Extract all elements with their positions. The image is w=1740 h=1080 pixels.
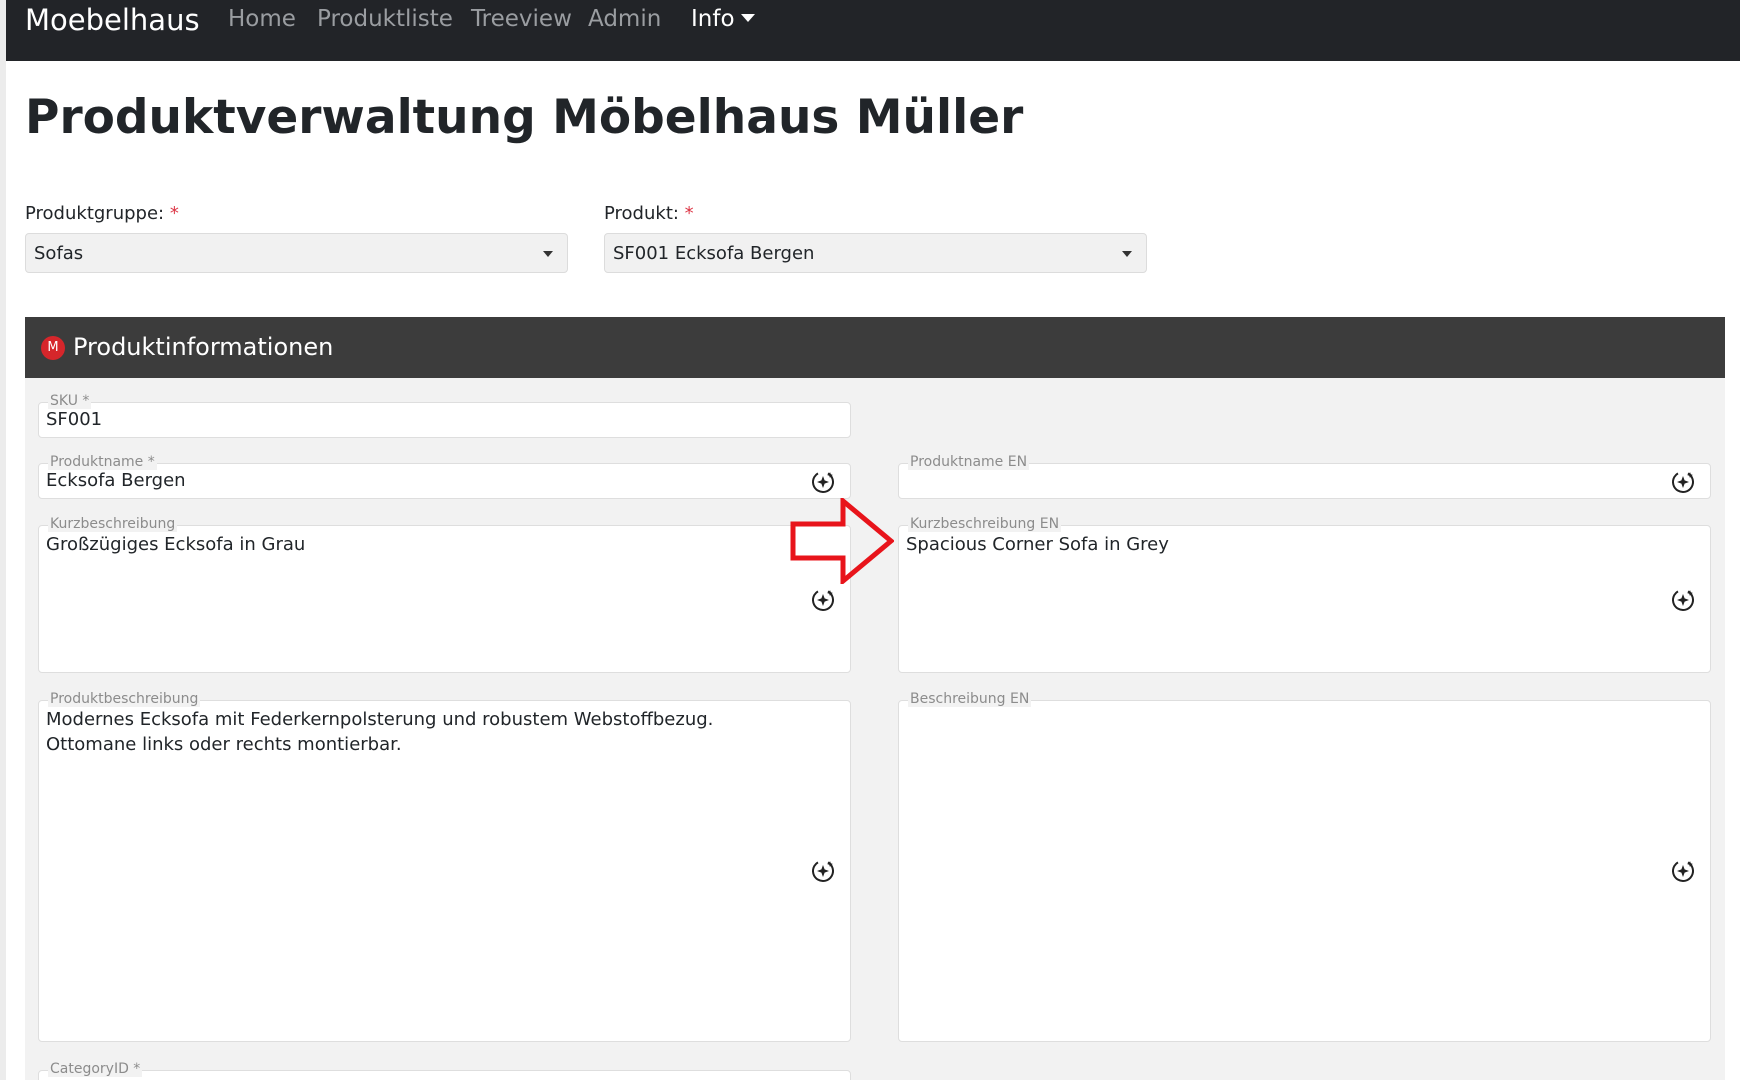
sku-field[interactable]: SKU * SF001 [38, 393, 851, 438]
produkt-label-text: Produkt: [604, 203, 679, 224]
categoryid-label: CategoryID * [48, 1061, 143, 1077]
produktbeschreibung-field[interactable]: Produktbeschreibung Modernes Ecksofa mit… [38, 691, 851, 1042]
produktname-en-field[interactable]: Produktname EN [898, 454, 1711, 499]
sparkle-plus-icon[interactable] [810, 587, 836, 613]
nav-info-dropdown[interactable]: Info [691, 4, 755, 34]
sparkle-plus-icon[interactable] [810, 858, 836, 884]
right-arrow-annotation-icon [790, 498, 894, 584]
sku-value: SF001 [46, 409, 103, 430]
sparkle-plus-icon[interactable] [1670, 858, 1696, 884]
produktgruppe-select[interactable]: Sofas [25, 233, 568, 273]
kurzbeschreibung-en-value: Spacious Corner Sofa in Grey [906, 534, 1169, 555]
produktname-value: Ecksofa Bergen [46, 470, 186, 491]
page-title: Produktverwaltung Möbelhaus Müller [25, 90, 1024, 145]
nav-home[interactable]: Home [228, 4, 296, 34]
kurzbeschreibung-en-field[interactable]: Kurzbeschreibung EN Spacious Corner Sofa… [898, 516, 1711, 673]
required-marker: * [684, 203, 694, 224]
kurzbeschreibung-label: Kurzbeschreibung [48, 516, 178, 532]
brand-logo-icon: M [41, 336, 65, 360]
categoryid-field[interactable]: CategoryID * [38, 1061, 851, 1080]
beschreibung-en-label: Beschreibung EN [908, 691, 1032, 707]
sparkle-plus-icon[interactable] [1670, 469, 1696, 495]
kurzbeschreibung-en-label: Kurzbeschreibung EN [908, 516, 1062, 532]
produktgruppe-label-text: Produktgruppe: [25, 203, 165, 224]
produktbeschreibung-value: Modernes Ecksofa mit Federkernpolsterung… [46, 709, 714, 755]
produkt-label: Produkt: * [604, 202, 694, 226]
dropdown-arrow-icon [1122, 251, 1132, 257]
left-edge-strip [0, 0, 6, 1080]
nav-produktliste[interactable]: Produktliste [317, 4, 453, 34]
produktbeschreibung-label: Produktbeschreibung [48, 691, 201, 707]
sparkle-plus-icon[interactable] [810, 469, 836, 495]
produkt-select[interactable]: SF001 Ecksofa Bergen [604, 233, 1147, 273]
produkt-value: SF001 Ecksofa Bergen [613, 243, 815, 264]
sparkle-plus-icon[interactable] [1670, 587, 1696, 613]
produktname-en-label: Produktname EN [908, 454, 1030, 470]
kurzbeschreibung-field[interactable]: Kurzbeschreibung Großzügiges Ecksofa in … [38, 516, 851, 673]
nav-info-label: Info [691, 6, 735, 32]
produktgruppe-label: Produktgruppe: * [25, 202, 179, 226]
navbar-brand[interactable]: Moebelhaus [25, 2, 200, 38]
top-navbar: Moebelhaus Home Produktliste Treeview Ad… [6, 0, 1740, 61]
produktgruppe-value: Sofas [34, 243, 84, 264]
kurzbeschreibung-value: Großzügiges Ecksofa in Grau [46, 534, 306, 555]
required-marker: * [169, 203, 179, 224]
produktinformationen-header[interactable]: M Produktinformationen [25, 317, 1725, 378]
nav-treeview[interactable]: Treeview [471, 4, 572, 34]
beschreibung-en-field[interactable]: Beschreibung EN [898, 691, 1711, 1042]
nav-admin[interactable]: Admin [588, 4, 661, 34]
dropdown-arrow-icon [543, 251, 553, 257]
caret-down-icon [740, 14, 755, 22]
panel-title: Produktinformationen [73, 333, 334, 361]
produktname-field[interactable]: Produktname * Ecksofa Bergen [38, 454, 851, 499]
